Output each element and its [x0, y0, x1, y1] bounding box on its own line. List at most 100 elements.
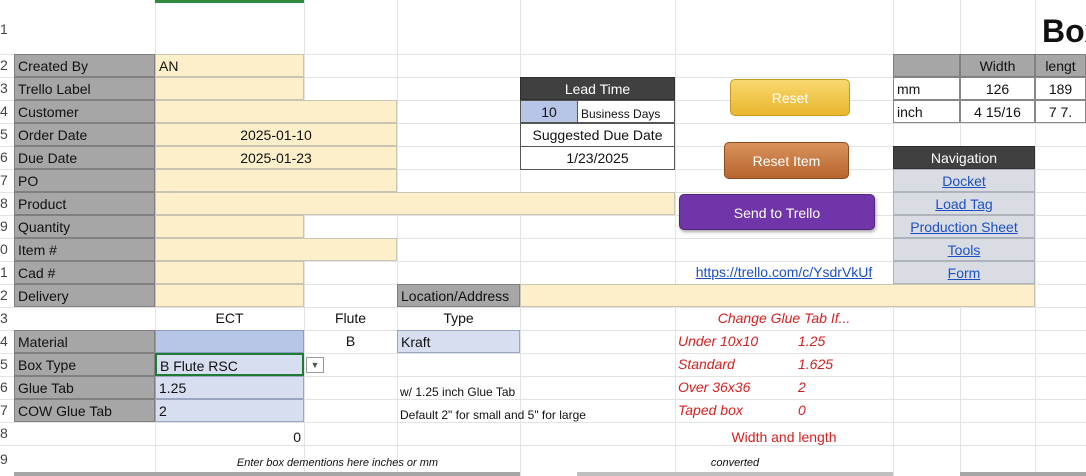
box-type-select[interactable]: B Flute RSC [155, 353, 304, 376]
row-number: 5 [0, 126, 8, 142]
label-location: Location/Address [397, 284, 520, 307]
glue-rule-value: 2 [798, 379, 806, 395]
dimensions-header-width: Width [960, 54, 1035, 77]
label-created-by: Created By [14, 54, 155, 77]
dimensions-width-inch: 4 15/16 [960, 100, 1035, 123]
location-field[interactable] [520, 284, 1035, 307]
material-flute-value: B [345, 333, 356, 349]
row-number: 8 [0, 195, 8, 211]
dimensions-width-mm: 126 [960, 77, 1035, 100]
trello-label-field[interactable] [155, 77, 304, 100]
row-number: 4 [0, 333, 8, 349]
header-flute: Flute [334, 310, 367, 326]
cow-glue-tab-field[interactable]: 2 [155, 399, 304, 422]
item-field[interactable] [155, 238, 397, 261]
row-number: 2 [0, 287, 8, 303]
label-due-date: Due Date [14, 146, 155, 169]
order-date-field[interactable]: 2025-01-10 [155, 123, 397, 146]
navigation-header: Navigation [893, 146, 1035, 169]
dimensions-length-inch: 7 7. [1035, 100, 1086, 123]
delivery-field[interactable] [155, 284, 304, 307]
label-delivery: Delivery [14, 284, 155, 307]
label-product: Product [14, 192, 155, 215]
row-number: 9 [0, 451, 8, 467]
row-number: 4 [0, 103, 8, 119]
lead-time-days-field[interactable]: 10 [520, 100, 578, 123]
po-field[interactable] [155, 169, 397, 192]
converted-note: converted [710, 457, 760, 469]
label-cad: Cad # [14, 261, 155, 284]
selected-column-indicator [155, 0, 304, 3]
lead-time-header: Lead Time [520, 77, 675, 100]
glue-rule-label: Over 36x36 [678, 379, 751, 395]
material-type-field[interactable]: Kraft [397, 330, 520, 353]
glue-tab-field[interactable]: 1.25 [155, 376, 304, 399]
label-box-type: Box Type [14, 353, 155, 376]
label-item: Item # [14, 238, 155, 261]
label-customer: Customer [14, 100, 155, 123]
label-glue-tab: Glue Tab [14, 376, 155, 399]
dimensions-unit-mm: mm [893, 77, 960, 100]
glue-rules-title: Change Glue Tab If... [717, 310, 851, 326]
glue-rule-value: 1.25 [798, 333, 826, 349]
enter-dimensions-note: Enter box dementions here inches or mm [236, 457, 439, 469]
customer-field[interactable] [155, 100, 397, 123]
nav-link-docket[interactable]: Docket [893, 169, 1035, 192]
row-number: 9 [0, 218, 8, 234]
row18-value: 0 [293, 429, 301, 445]
label-material: Material [14, 330, 155, 353]
row-number: 3 [0, 80, 8, 96]
nav-link-load-tag[interactable]: Load Tag [893, 192, 1035, 215]
cow-glue-tab-note: Default 2" for small and 5" for large [400, 408, 586, 422]
glue-rule-value: 1.625 [798, 356, 834, 372]
row19-border [14, 472, 520, 476]
nav-link-production-sheet[interactable]: Production Sheet [893, 215, 1035, 238]
suggested-due-value: 1/23/2025 [520, 146, 675, 170]
material-ect-field[interactable] [155, 330, 304, 353]
label-quantity: Quantity [14, 215, 155, 238]
row-number: 2 [0, 57, 8, 73]
due-date-field[interactable]: 2025-01-23 [155, 146, 397, 169]
suggested-due-label: Suggested Due Date [520, 123, 675, 146]
header-ect: ECT [215, 310, 244, 326]
glue-rule-label: Under 10x10 [678, 333, 759, 349]
label-trello-label: Trello Label [14, 77, 155, 100]
page-title: Box [1042, 13, 1086, 49]
send-to-trello-button[interactable]: Send to Trello [679, 194, 875, 230]
row-number: 1 [0, 21, 8, 37]
label-order-date: Order Date [14, 123, 155, 146]
cad-field[interactable] [155, 261, 304, 284]
reset-item-button[interactable]: Reset Item [724, 142, 849, 179]
label-cow-glue-tab: COW Glue Tab [14, 399, 155, 422]
row19-border [577, 472, 893, 476]
quantity-field[interactable] [155, 215, 304, 238]
header-type: Type [443, 310, 474, 326]
reset-button[interactable]: Reset [730, 79, 850, 116]
label-po: PO [14, 169, 155, 192]
glue-tab-note: w/ 1.25 inch Glue Tab [400, 385, 516, 399]
row-number: 6 [0, 379, 8, 395]
dimensions-length-mm: 189 [1035, 77, 1086, 100]
nav-link-form[interactable]: Form [893, 261, 1035, 284]
row-number: 0 [0, 241, 8, 257]
row-number: 8 [0, 425, 8, 441]
glue-rule-label: Taped box [678, 402, 743, 418]
product-field[interactable] [155, 192, 675, 215]
row-number: 5 [0, 356, 8, 372]
created-by-field[interactable]: AN [155, 54, 304, 77]
width-length-label: Width and length [731, 429, 837, 445]
glue-rule-label: Standard [678, 356, 735, 372]
dimensions-unit-inch: inch [893, 100, 960, 123]
nav-link-tools[interactable]: Tools [893, 238, 1035, 261]
row19-border [960, 472, 1086, 476]
row-number: 1 [0, 264, 8, 280]
dimensions-header-length: lengt [1035, 54, 1086, 77]
dropdown-arrow-icon[interactable]: ▼ [306, 357, 324, 373]
row-number: 7 [0, 172, 8, 188]
row-number: 3 [0, 310, 8, 326]
lead-time-unit: Business Days [578, 100, 675, 123]
row-number: 6 [0, 149, 8, 165]
glue-rule-value: 0 [798, 402, 806, 418]
dimensions-corner [893, 54, 960, 77]
trello-card-link[interactable]: https://trello.com/c/YsdrVkUf [675, 261, 893, 284]
